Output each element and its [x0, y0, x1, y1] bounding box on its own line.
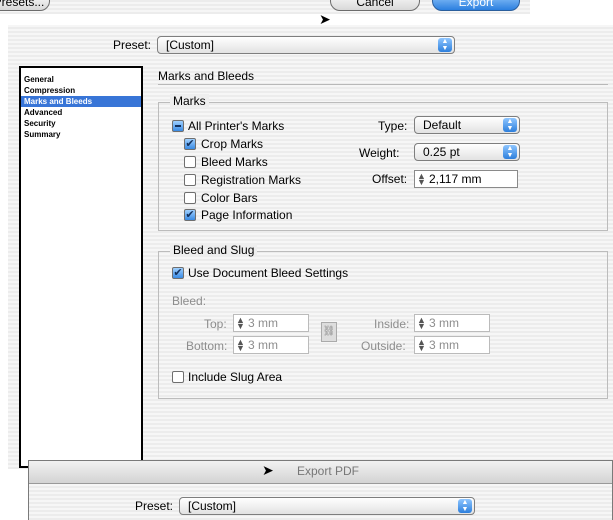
preset-value-2: [Custom] — [188, 499, 237, 513]
registration-marks-checkbox[interactable] — [184, 174, 196, 186]
sidebar-item-compression[interactable]: Compression — [21, 85, 141, 96]
bleed-top-field[interactable]: ▲ ▼ 3 mm — [233, 314, 309, 332]
preset-value: [Custom] — [166, 38, 215, 52]
color-bars-label: Color Bars — [201, 191, 258, 205]
section-title: Marks and Bleeds — [158, 69, 255, 83]
bleed-inside-field[interactable]: ▲ ▼ 3 mm — [414, 314, 490, 332]
export-pdf-window-2: Export PDF Preset: [Custom] ▲ ▼ — [28, 460, 613, 520]
link-chain-icon[interactable]: ⛓ — [321, 322, 337, 342]
bleed-top-value: 3 mm — [248, 316, 278, 330]
stepper-icon[interactable]: ▲ ▼ — [417, 338, 426, 353]
sidebar-item-summary[interactable]: Summary — [21, 129, 141, 140]
preset-popup[interactable]: [Custom] ▲ ▼ — [157, 36, 455, 54]
crop-marks-checkbox[interactable]: ✔ — [184, 138, 196, 150]
page-information-checkbox[interactable]: ✔ — [184, 209, 196, 221]
previous-dialog-fragment: Presets... Cancel Export — [0, 0, 530, 14]
bleed-outside-field[interactable]: ▲ ▼ 3 mm — [414, 336, 490, 354]
include-slug-label: Include Slug Area — [188, 370, 283, 384]
type-label: Type: — [378, 119, 408, 133]
bottom-label: Bottom: — [186, 339, 228, 353]
bleed-slug-group-title: Bleed and Slug — [170, 243, 258, 257]
color-bars-checkbox[interactable] — [184, 192, 196, 204]
weight-label: Weight: — [359, 146, 400, 160]
registration-marks-label: Registration Marks — [201, 173, 302, 187]
stepper-icon[interactable]: ▲ ▼ — [236, 338, 245, 353]
window-title-bar[interactable]: Export PDF — [29, 461, 612, 484]
preset-label-2: Preset: — [135, 499, 174, 513]
bleed-bottom-field[interactable]: ▲ ▼ 3 mm — [233, 336, 309, 354]
all-printers-marks-label: All Printer's Marks — [188, 119, 285, 133]
export-button[interactable]: Export — [432, 0, 520, 11]
preset-popup-2[interactable]: [Custom] ▲ ▼ — [179, 497, 475, 515]
use-document-bleed-label: Use Document Bleed Settings — [188, 266, 349, 280]
offset-value: 2,117 mm — [429, 172, 482, 186]
popup-arrows-icon: ▲ ▼ — [458, 499, 472, 513]
top-label: Top: — [204, 317, 227, 331]
bleed-marks-checkbox[interactable] — [184, 156, 196, 168]
outside-label: Outside: — [361, 339, 406, 353]
sidebar-item-advanced[interactable]: Advanced — [21, 107, 141, 118]
weight-value: 0.25 pt — [423, 145, 460, 159]
bleed-inside-value: 3 mm — [429, 316, 459, 330]
weight-popup[interactable]: 0.25 pt ▲ ▼ — [414, 143, 520, 161]
title-divider — [158, 84, 608, 85]
bleed-label: Bleed: — [172, 294, 207, 308]
type-value: Default — [423, 118, 462, 132]
popup-arrows-icon: ▲ ▼ — [438, 38, 452, 52]
offset-field[interactable]: ▲ ▼ 2,117 mm — [414, 170, 518, 188]
inside-label: Inside: — [374, 317, 410, 331]
type-popup[interactable]: Default ▲ ▼ — [414, 116, 520, 134]
bleed-bottom-value: 3 mm — [248, 338, 278, 352]
use-document-bleed-checkbox[interactable]: ✔ — [172, 267, 184, 279]
popup-arrows-icon: ▲ ▼ — [503, 145, 517, 159]
all-printers-marks-checkbox[interactable] — [172, 120, 184, 132]
stepper-icon[interactable]: ▲ ▼ — [417, 172, 426, 187]
preset-label: Preset: — [113, 38, 152, 52]
sidebar-item-general[interactable]: General — [21, 74, 141, 85]
crop-marks-label: Crop Marks — [201, 137, 264, 151]
sidebar-item-marks-and-bleeds[interactable]: Marks and Bleeds — [21, 96, 141, 107]
sidebar-item-security[interactable]: Security — [21, 118, 141, 129]
stepper-icon[interactable]: ▲ ▼ — [236, 316, 245, 331]
window-title: Export PDF — [297, 464, 360, 478]
bleed-outside-value: 3 mm — [429, 338, 459, 352]
include-slug-checkbox[interactable] — [172, 371, 184, 383]
presets-button[interactable]: Presets... — [0, 0, 50, 11]
stepper-icon[interactable]: ▲ ▼ — [417, 316, 426, 331]
bleed-marks-label: Bleed Marks — [201, 155, 268, 169]
marks-group-title: Marks — [170, 94, 209, 108]
offset-label: Offset: — [372, 172, 408, 186]
cancel-button[interactable]: Cancel — [330, 0, 420, 11]
sidebar-list: General Compression Marks and Bleeds Adv… — [19, 66, 143, 468]
export-pdf-dialog: Preset: [Custom] ▲ ▼ General Compression … — [8, 25, 613, 469]
mouse-cursor-icon: ➤ — [262, 462, 274, 478]
popup-arrows-icon: ▲ ▼ — [503, 118, 517, 132]
page-information-label: Page Information — [201, 208, 293, 222]
